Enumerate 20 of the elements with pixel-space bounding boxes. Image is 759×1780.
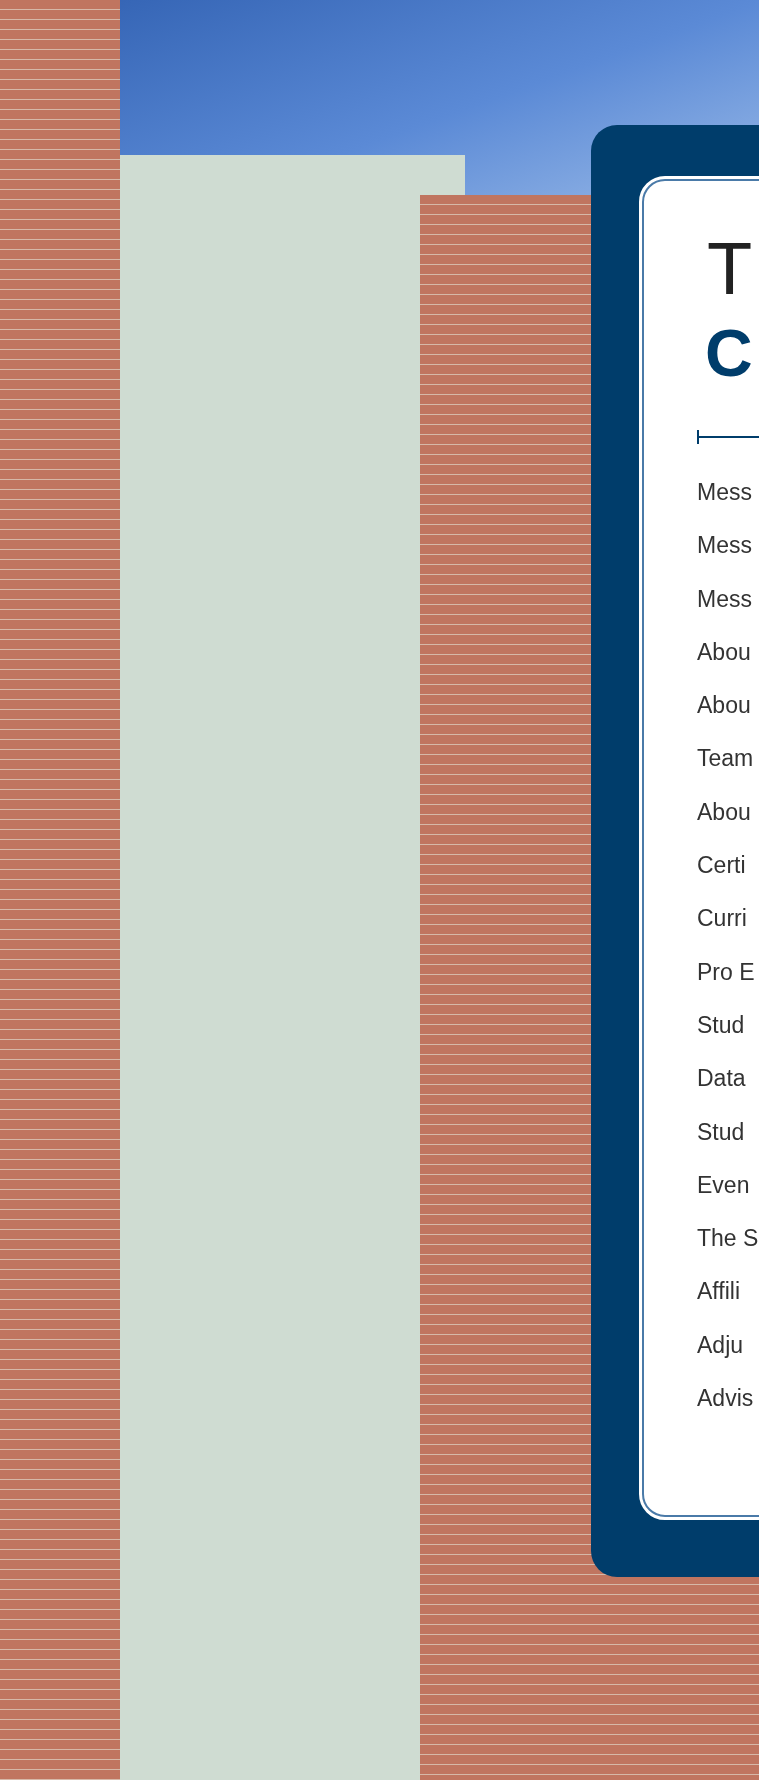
contents-link[interactable]: Advis	[697, 1372, 754, 1426]
contents-link[interactable]: The S	[697, 1212, 759, 1266]
contents-link[interactable]: Certi	[697, 839, 746, 893]
contents-link[interactable]: Mess	[697, 519, 752, 573]
contents-link[interactable]: Abou	[697, 625, 751, 680]
contents-link[interactable]: Stud	[697, 998, 745, 1053]
contents-link[interactable]: Adju	[697, 1318, 744, 1373]
contents-link[interactable]: Stud	[697, 1105, 745, 1159]
contents-link[interactable]: Data	[697, 1052, 746, 1106]
contents-link[interactable]: Team	[697, 732, 754, 786]
contents-link[interactable]: Mess	[697, 572, 752, 626]
contents-link[interactable]: Affili	[697, 1265, 741, 1319]
title-line: T	[707, 230, 753, 308]
title-line: C	[705, 315, 753, 392]
contents-link[interactable]: Abou	[697, 785, 751, 840]
contents-link[interactable]: Even	[697, 1158, 750, 1213]
contents-link[interactable]: Pro E	[697, 945, 755, 999]
contents-link[interactable]: Mess	[697, 466, 752, 520]
contents-link[interactable]: Abou	[697, 679, 751, 733]
contents-link[interactable]: Curri	[697, 892, 747, 946]
